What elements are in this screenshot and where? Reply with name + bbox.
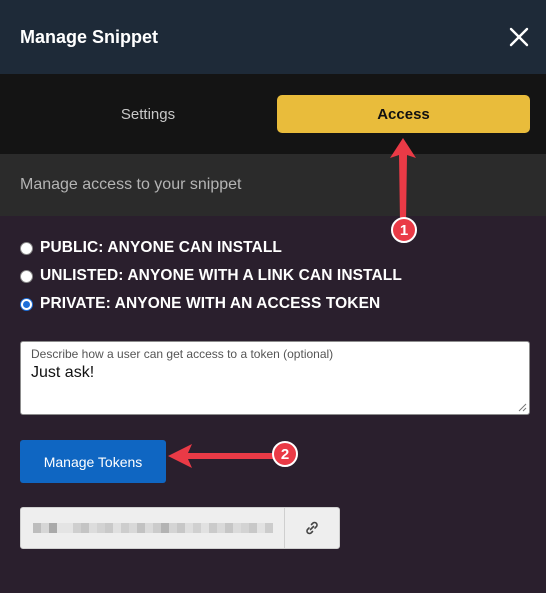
annotation-arrow-1 bbox=[390, 138, 416, 222]
dialog-header: Manage Snippet bbox=[0, 0, 546, 74]
manage-tokens-button[interactable]: Manage Tokens bbox=[20, 440, 166, 483]
radio-unlisted-button[interactable] bbox=[20, 269, 33, 283]
radio-public-label: PUBLIC: ANYONE CAN INSTALL bbox=[40, 239, 282, 256]
token-description-textarea[interactable]: Describe how a user can get access to a … bbox=[20, 341, 530, 415]
section-subheader: Manage access to your snippet bbox=[0, 154, 546, 216]
radio-private-label: PRIVATE: ANYONE WITH AN ACCESS TOKEN bbox=[40, 295, 381, 312]
tab-access[interactable]: Access bbox=[277, 95, 530, 133]
close-icon[interactable] bbox=[508, 26, 530, 48]
token-description-label: Describe how a user can get access to a … bbox=[31, 347, 334, 361]
annotation-arrow-2 bbox=[168, 444, 274, 468]
token-link-field[interactable] bbox=[20, 507, 340, 549]
masked-token-value[interactable] bbox=[21, 508, 284, 548]
tab-bar: Settings Access bbox=[0, 74, 546, 154]
link-icon[interactable] bbox=[284, 508, 339, 548]
resize-grip-icon[interactable] bbox=[518, 403, 527, 412]
radio-public[interactable]: PUBLIC: ANYONE CAN INSTALL bbox=[20, 239, 282, 257]
radio-private-button[interactable] bbox=[20, 297, 33, 311]
token-description-value[interactable]: Just ask! bbox=[31, 364, 519, 382]
annotation-badge-2: 2 bbox=[272, 441, 298, 467]
radio-private[interactable]: PRIVATE: ANYONE WITH AN ACCESS TOKEN bbox=[20, 295, 380, 313]
tab-settings[interactable]: Settings bbox=[20, 95, 276, 133]
radio-public-button[interactable] bbox=[20, 241, 33, 255]
annotation-badge-1: 1 bbox=[391, 217, 417, 243]
radio-unlisted-label: UNLISTED: ANYONE WITH A LINK CAN INSTALL bbox=[40, 267, 402, 284]
radio-unlisted[interactable]: UNLISTED: ANYONE WITH A LINK CAN INSTALL bbox=[20, 267, 402, 285]
dialog-title: Manage Snippet bbox=[20, 26, 159, 47]
